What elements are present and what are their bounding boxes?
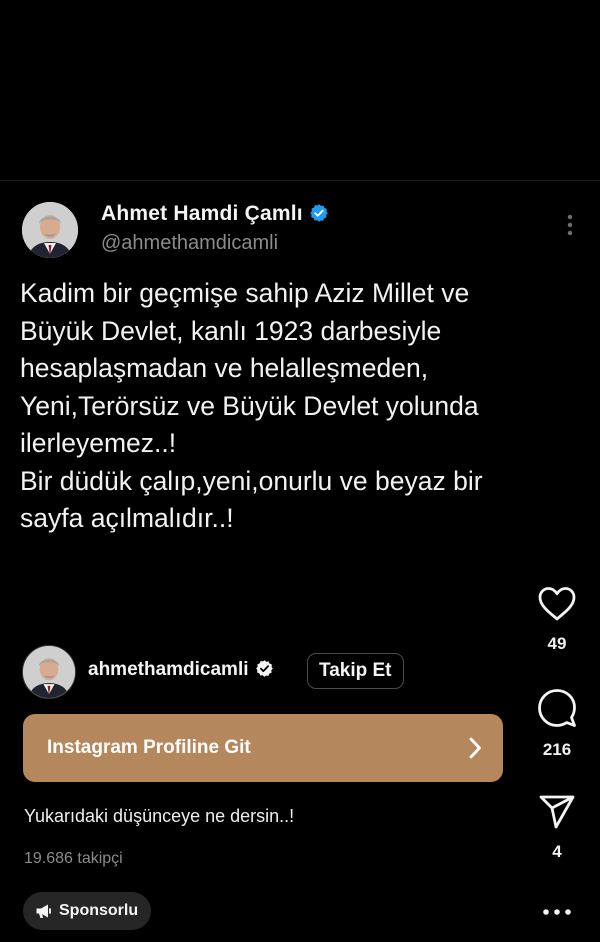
profile-avatar[interactable] xyxy=(22,645,76,699)
profile-cta-button[interactable]: Instagram Profiline Git xyxy=(23,714,503,782)
comment-count: 216 xyxy=(542,740,572,759)
like-button[interactable]: 49 xyxy=(530,586,584,654)
more-icon[interactable] xyxy=(540,898,574,926)
comment-icon xyxy=(538,689,576,727)
author-name: Ahmet Hamdi Çamlı xyxy=(101,202,303,225)
profile-photo xyxy=(23,646,75,698)
author-avatar[interactable] xyxy=(22,202,78,258)
profile-name-row[interactable]: ahmethamdicamli xyxy=(88,659,274,681)
author-handle[interactable]: @ahmethamdicamli xyxy=(101,232,278,255)
profile-cta-label: Instagram Profiline Git xyxy=(47,737,251,758)
share-button[interactable]: 4 xyxy=(530,794,584,862)
follow-button[interactable]: Takip Et xyxy=(307,653,404,689)
post-text: Kadim bir geçmişe sahip Aziz Millet ve B… xyxy=(20,278,483,533)
more-icon[interactable] xyxy=(560,212,580,238)
top-divider xyxy=(0,180,600,181)
verified-badge-icon xyxy=(310,204,328,222)
sponsored-label: Sponsorlu xyxy=(59,902,139,919)
follower-count: 19.686 takipçi xyxy=(24,850,123,867)
author-photo xyxy=(22,202,78,258)
sponsored-badge[interactable]: Sponsorlu xyxy=(23,892,152,930)
author-name-row[interactable]: Ahmet Hamdi Çamlı xyxy=(101,202,329,226)
heart-icon xyxy=(538,587,576,621)
profile-username: ahmethamdicamli xyxy=(88,659,249,680)
send-icon xyxy=(539,795,575,829)
share-count: 4 xyxy=(552,842,562,861)
ad-caption: Yukarıdaki düşünceye ne dersin..! xyxy=(24,806,295,826)
megaphone-icon xyxy=(36,904,51,918)
comment-button[interactable]: 216 xyxy=(530,688,584,760)
verified-badge-icon xyxy=(255,660,273,677)
chevron-right-icon xyxy=(469,737,481,759)
like-count: 49 xyxy=(547,634,567,653)
